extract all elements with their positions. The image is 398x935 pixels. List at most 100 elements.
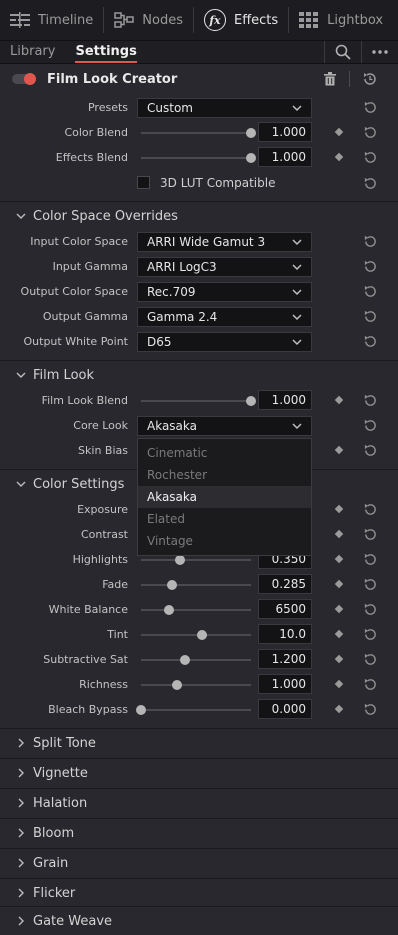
keyframe-icon[interactable] xyxy=(334,152,344,162)
section-film-look[interactable]: Film Look xyxy=(0,360,398,389)
film-look-blend-value[interactable]: 1.000 xyxy=(258,390,312,410)
reset-icon[interactable] xyxy=(363,502,378,517)
reset-icon[interactable] xyxy=(363,393,378,408)
reset-icon[interactable] xyxy=(363,702,378,717)
effect-enable-toggle[interactable] xyxy=(12,73,36,85)
tint-slider[interactable] xyxy=(141,630,251,640)
dropdown-option-akasaka[interactable]: Akasaka xyxy=(138,486,311,508)
slider-thumb[interactable] xyxy=(172,680,183,690)
slider-thumb[interactable] xyxy=(246,153,256,163)
keyframe-icon[interactable] xyxy=(334,554,344,564)
reset-icon[interactable] xyxy=(363,677,378,692)
skin-bias-label: Skin Bias xyxy=(78,444,128,457)
keyframe-icon[interactable] xyxy=(334,629,344,639)
slider-thumb[interactable] xyxy=(246,396,256,406)
keyframe-icon[interactable] xyxy=(334,704,344,714)
reset-icon[interactable] xyxy=(363,443,378,458)
keyframe-icon[interactable] xyxy=(334,395,344,405)
keyframe-icon[interactable] xyxy=(334,445,344,455)
subtractive-sat-slider[interactable] xyxy=(141,655,251,665)
richness-row: Richness 1.000 xyxy=(0,672,398,697)
slider-thumb[interactable] xyxy=(196,630,207,640)
more-options-button[interactable] xyxy=(361,41,398,63)
tab-settings[interactable]: Settings xyxy=(65,41,146,63)
input-gamma-dropdown[interactable]: ARRI LogC3 xyxy=(137,257,312,277)
reset-icon[interactable] xyxy=(363,552,378,567)
reset-icon[interactable] xyxy=(363,150,378,165)
output-color-space-dropdown[interactable]: Rec.709 xyxy=(137,282,312,302)
bleach-bypass-value[interactable]: 0.000 xyxy=(258,699,312,719)
reset-icon[interactable] xyxy=(363,652,378,667)
reset-icon[interactable] xyxy=(363,176,378,191)
output-gamma-row: Output Gamma Gamma 2.4 xyxy=(0,304,398,329)
reset-icon[interactable] xyxy=(363,234,378,249)
output-white-point-dropdown[interactable]: D65 xyxy=(137,332,312,352)
slider-thumb[interactable] xyxy=(180,655,190,665)
reset-icon[interactable] xyxy=(363,627,378,642)
effects-blend-slider[interactable] xyxy=(141,153,256,163)
reset-icon[interactable] xyxy=(363,334,378,349)
search-button[interactable] xyxy=(324,41,361,63)
core-look-dropdown[interactable]: Akasaka xyxy=(137,416,312,436)
dropdown-option-elated[interactable]: Elated xyxy=(138,508,311,530)
reset-icon[interactable] xyxy=(363,309,378,324)
keyframe-icon[interactable] xyxy=(334,579,344,589)
reset-icon[interactable] xyxy=(363,527,378,542)
effects-blend-value[interactable]: 1.000 xyxy=(258,147,312,167)
color-blend-value[interactable]: 1.000 xyxy=(258,122,312,142)
white-balance-slider[interactable] xyxy=(141,605,251,615)
reset-icon[interactable] xyxy=(363,100,378,115)
tint-value[interactable]: 10.0 xyxy=(258,624,312,644)
white-balance-value[interactable]: 6500 xyxy=(258,599,312,619)
keyframe-icon[interactable] xyxy=(334,127,344,137)
film-look-blend-slider[interactable] xyxy=(141,396,256,406)
keyframe-icon[interactable] xyxy=(334,504,344,514)
slider-thumb[interactable] xyxy=(167,580,178,590)
dropdown-option-cinematic[interactable]: Cinematic xyxy=(138,442,311,464)
section-halation[interactable]: Halation xyxy=(0,788,398,817)
section-color-space-overrides[interactable]: Color Space Overrides xyxy=(0,201,398,230)
slider-thumb[interactable] xyxy=(136,705,146,715)
bleach-bypass-slider[interactable] xyxy=(136,705,251,715)
nav-nodes[interactable]: Nodes xyxy=(104,0,193,40)
fade-slider[interactable] xyxy=(141,580,251,590)
keyframe-icon[interactable] xyxy=(334,529,344,539)
output-gamma-dropdown[interactable]: Gamma 2.4 xyxy=(137,307,312,327)
section-grain[interactable]: Grain xyxy=(0,848,398,877)
section-flicker[interactable]: Flicker xyxy=(0,878,398,907)
richness-slider[interactable] xyxy=(141,680,251,690)
section-gate-weave[interactable]: Gate Weave xyxy=(0,906,398,935)
reset-icon[interactable] xyxy=(363,284,378,299)
reset-icon[interactable] xyxy=(363,259,378,274)
highlights-slider[interactable] xyxy=(141,555,251,565)
subtractive-sat-value[interactable]: 1.200 xyxy=(258,649,312,669)
dropdown-option-rochester[interactable]: Rochester xyxy=(138,464,311,486)
slider-thumb[interactable] xyxy=(174,555,185,565)
section-split-tone[interactable]: Split Tone xyxy=(0,728,398,757)
reset-icon[interactable] xyxy=(363,577,378,592)
reset-all-button[interactable] xyxy=(362,71,378,90)
slider-thumb[interactable] xyxy=(246,128,256,138)
section-vignette[interactable]: Vignette xyxy=(0,758,398,787)
slider-thumb[interactable] xyxy=(163,605,174,615)
fade-value[interactable]: 0.285 xyxy=(258,574,312,594)
delete-effect-button[interactable] xyxy=(324,72,336,89)
color-blend-slider[interactable] xyxy=(141,128,256,138)
dropdown-option-vintage[interactable]: Vintage xyxy=(138,530,311,552)
reset-icon[interactable] xyxy=(363,125,378,140)
input-color-space-dropdown[interactable]: ARRI Wide Gamut 3 xyxy=(137,232,312,252)
section-bloom[interactable]: Bloom xyxy=(0,818,398,847)
section-title: Film Look xyxy=(33,367,95,383)
reset-icon[interactable] xyxy=(363,418,378,433)
richness-value[interactable]: 1.000 xyxy=(258,674,312,694)
nav-effects[interactable]: fx Effects xyxy=(194,0,288,40)
presets-dropdown[interactable]: Custom xyxy=(137,98,312,118)
keyframe-icon[interactable] xyxy=(334,679,344,689)
keyframe-icon[interactable] xyxy=(334,654,344,664)
nav-timeline[interactable]: Timeline xyxy=(0,0,103,40)
lut-compatible-checkbox[interactable] xyxy=(137,176,150,189)
nav-lightbox[interactable]: Lightbox xyxy=(289,0,393,40)
tab-library[interactable]: Library xyxy=(0,41,65,63)
keyframe-icon[interactable] xyxy=(334,604,344,614)
reset-icon[interactable] xyxy=(363,602,378,617)
